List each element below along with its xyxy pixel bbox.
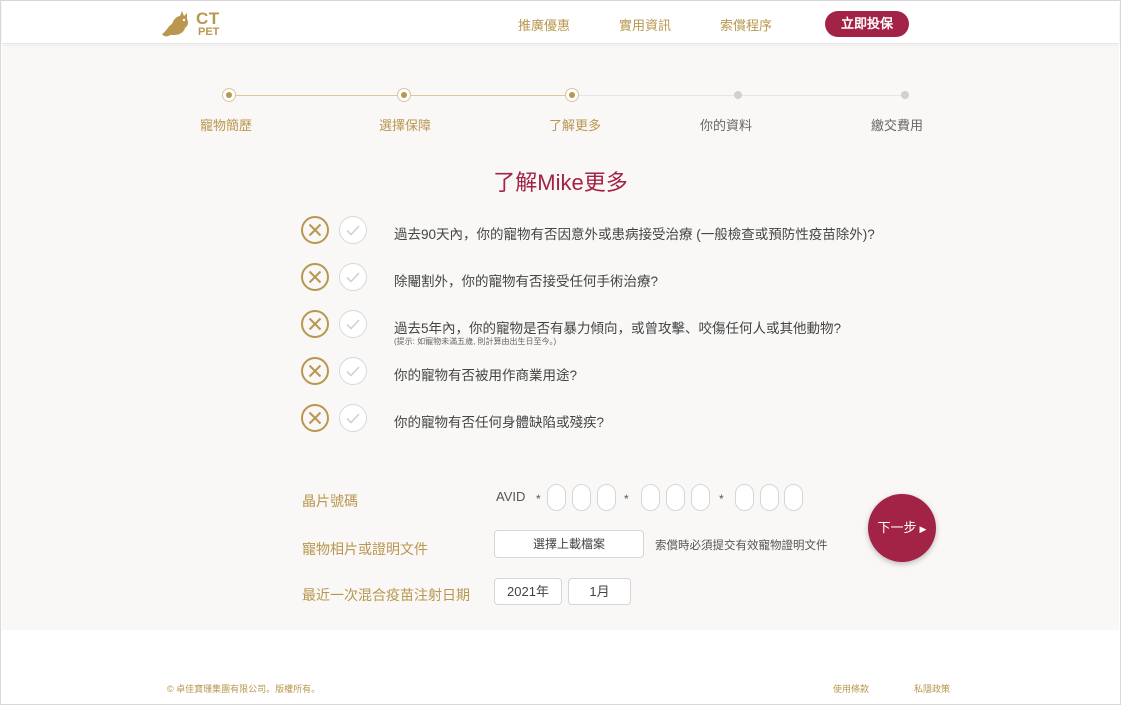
chip-digit-input[interactable] — [784, 484, 803, 511]
question-row: 過去5年內，你的寵物是否有暴力傾向，或曾攻擊、咬傷任何人或其他動物? (提示: … — [301, 310, 921, 346]
separator-star: * — [624, 492, 629, 506]
step-dot-5 — [901, 91, 909, 99]
chip-digit-input[interactable] — [666, 484, 685, 511]
step-label-your-info: 你的資料 — [700, 118, 753, 133]
check-icon — [346, 225, 360, 236]
step-dot-2 — [397, 88, 411, 102]
answer-no-button[interactable] — [301, 263, 329, 291]
step-dot-3 — [565, 88, 579, 102]
chip-digit-input[interactable] — [760, 484, 779, 511]
question-hint: (提示: 如寵物未滿五歲, 則計算由出生日至今。) — [394, 337, 557, 346]
answer-yes-button[interactable] — [339, 404, 367, 432]
answer-yes-button[interactable] — [339, 310, 367, 338]
cross-icon — [308, 364, 322, 378]
vaccine-date-label: 最近一次混合疫苗注射日期 — [302, 587, 470, 603]
chip-digit-input[interactable] — [572, 484, 591, 511]
buy-now-button[interactable]: 立即投保 — [825, 11, 909, 37]
step-label-choose-cover: 選擇保障 — [379, 118, 432, 133]
step-label-pet-profile: 寵物簡歷 — [200, 118, 253, 133]
question-row: 你的寵物有否被用作商業用途? — [301, 357, 921, 387]
chip-digit-input[interactable] — [641, 484, 660, 511]
upload-file-button[interactable]: 選擇上載檔案 — [494, 530, 644, 558]
chip-digit-input[interactable] — [547, 484, 566, 511]
vaccine-month-select[interactable]: 1月 — [568, 578, 631, 605]
answer-yes-button[interactable] — [339, 263, 367, 291]
step-dot-4 — [734, 91, 742, 99]
chip-digit-input[interactable] — [691, 484, 710, 511]
nav-promotions[interactable]: 推廣優惠 — [518, 15, 570, 34]
nav-claims-procedure[interactable]: 索償程序 — [720, 15, 772, 34]
question-text: 你的寵物有否被用作商業用途? — [394, 368, 578, 383]
question-text: 過去5年內，你的寵物是否有暴力傾向，或曾攻擊、咬傷任何人或其他動物? — [394, 321, 842, 336]
cross-icon — [308, 270, 322, 284]
vaccine-year-select[interactable]: 2021年 — [494, 578, 562, 605]
check-icon — [346, 366, 360, 377]
ct-pet-logo[interactable]: CT PET — [160, 8, 230, 40]
page-frame: CT PET 推廣優惠 實用資訊 索償程序 立即投保 寵物簡歷 選擇保障 了解更… — [0, 0, 1121, 705]
answer-no-button[interactable] — [301, 357, 329, 385]
footer-copyright: © 卓佳寶珊集團有限公司。版權所有。 — [167, 684, 321, 694]
main-content: 寵物簡歷 選擇保障 了解更多 你的資料 繳交費用 了解Mike更多 過去90天內… — [2, 45, 1119, 630]
answer-no-button[interactable] — [301, 404, 329, 432]
separator-star: * — [719, 492, 724, 506]
step-dot-1 — [222, 88, 236, 102]
page-title: 了解Mike更多 — [493, 170, 628, 195]
cross-icon — [308, 411, 322, 425]
footer-terms-link[interactable]: 使用條款 — [833, 682, 869, 695]
answer-no-button[interactable] — [301, 310, 329, 338]
next-step-button[interactable]: 下一步 ▶ — [868, 494, 936, 562]
question-row: 你的寵物有否任何身體缺陷或殘疾? — [301, 404, 921, 434]
answer-yes-button[interactable] — [339, 216, 367, 244]
separator-star: * — [536, 492, 541, 506]
answer-yes-button[interactable] — [339, 357, 367, 385]
cross-icon — [308, 317, 322, 331]
check-icon — [346, 413, 360, 424]
next-step-label: 下一步 — [877, 519, 917, 535]
chip-number-label: 晶片號碼 — [302, 493, 358, 509]
cross-icon — [308, 223, 322, 237]
chip-digit-input[interactable] — [735, 484, 754, 511]
check-icon — [346, 272, 360, 283]
footer-privacy-link[interactable]: 私隱政策 — [914, 682, 950, 695]
pet-photo-label: 寵物相片或證明文件 — [302, 541, 428, 557]
play-arrow-icon: ▶ — [919, 523, 927, 534]
top-header: CT PET 推廣優惠 實用資訊 索償程序 立即投保 — [2, 2, 1119, 44]
chip-digit-input[interactable] — [597, 484, 616, 511]
avid-prefix: AVID — [496, 489, 526, 504]
step-label-payment: 繳交費用 — [871, 118, 924, 133]
question-row: 除閹割外，你的寵物有否接受任何手術治療? — [301, 263, 921, 293]
question-row: 過去90天內，你的寵物有否因意外或患病接受治療 (一般檢查或預防性疫苗除外)? — [301, 216, 921, 246]
cat-logo-icon — [162, 11, 189, 37]
question-text: 過去90天內，你的寵物有否因意外或患病接受治療 (一般檢查或預防性疫苗除外)? — [394, 227, 875, 242]
nav-useful-info[interactable]: 實用資訊 — [619, 15, 671, 34]
question-text: 除閹割外，你的寵物有否接受任何手術治療? — [394, 274, 659, 289]
check-icon — [346, 319, 360, 330]
upload-note: 索償時必須提交有效寵物證明文件 — [655, 540, 828, 552]
question-text: 你的寵物有否任何身體缺陷或殘疾? — [394, 415, 605, 430]
step-label-learn-more: 了解更多 — [549, 118, 602, 133]
answer-no-button[interactable] — [301, 216, 329, 244]
logo-pet-text: PET — [198, 26, 220, 38]
